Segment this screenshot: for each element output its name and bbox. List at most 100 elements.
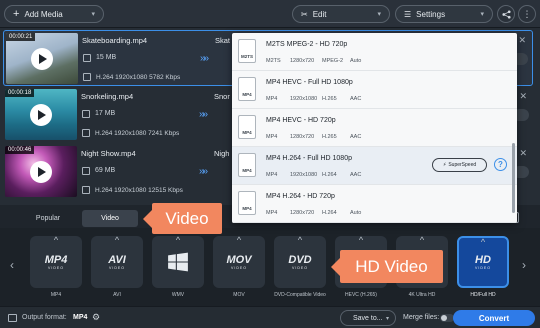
file-name: Skateboarding.mp4 bbox=[82, 36, 148, 45]
format-label: WMV bbox=[171, 292, 185, 298]
output-format-icon bbox=[8, 314, 17, 322]
preset-title: MP4 H.264 - Full HD 1080p bbox=[266, 155, 352, 162]
preset-item[interactable]: MP4 MP4 HEVC - HD 720p MP4 1280x720 H.26… bbox=[232, 109, 517, 147]
file-format-icon: MP4 bbox=[238, 153, 256, 177]
chevron-down-icon: ▾ bbox=[377, 11, 381, 18]
format-hd[interactable]: ^ HD VIDEO bbox=[457, 236, 509, 288]
add-media-label: Add Media bbox=[24, 9, 63, 19]
preset-item[interactable]: MP4 MP4 HEVC - Full HD 1080p MP4 1920x10… bbox=[232, 71, 517, 109]
edit-button[interactable]: ✂ Edit ▾ bbox=[292, 5, 390, 23]
merge-files-toggle[interactable] bbox=[440, 314, 454, 322]
format-wmv[interactable]: ^ bbox=[152, 235, 204, 288]
close-icon[interactable]: ✕ bbox=[518, 35, 526, 46]
tab-popular[interactable]: Popular bbox=[20, 210, 76, 227]
superspeed-badge[interactable]: ⚡ SuperSpeed bbox=[432, 158, 487, 172]
preset-audio: AAC bbox=[350, 96, 362, 102]
preset-audio: AAC bbox=[350, 172, 362, 178]
convert-arrow-icon: »» bbox=[199, 166, 208, 177]
output-file-name: Nigh bbox=[214, 149, 230, 158]
format-logo: MOV bbox=[226, 253, 252, 266]
tab-video[interactable]: Video bbox=[82, 210, 138, 227]
video-thumbnail[interactable]: 00:00:21 bbox=[6, 33, 78, 84]
close-icon[interactable]: ✕ bbox=[519, 148, 527, 159]
share-icon[interactable] bbox=[497, 5, 515, 23]
preset-item[interactable]: MP4 MP4 H.264 - HD 720p MP4 1280x720 H.2… bbox=[232, 185, 517, 223]
preset-audio: Auto bbox=[350, 58, 362, 64]
file-format-icon: M2TS bbox=[238, 39, 256, 63]
video-thumbnail[interactable]: 00:00:46 bbox=[5, 146, 77, 197]
play-icon[interactable] bbox=[30, 160, 52, 183]
video-thumbnail[interactable]: 00:00:18 bbox=[5, 89, 77, 140]
preset-item[interactable]: MP4 MP4 H.264 - Full HD 1080p MP4 1920x1… bbox=[232, 147, 517, 185]
file-name: Snorkeling.mp4 bbox=[81, 92, 134, 101]
close-icon[interactable]: ✕ bbox=[519, 91, 527, 102]
chevron-right-icon[interactable]: › bbox=[522, 258, 526, 272]
convert-button[interactable]: Convert bbox=[453, 310, 535, 326]
preset-item[interactable]: M2TS M2TS MPEG-2 - HD 720p M2TS 1280x720… bbox=[232, 33, 517, 71]
format-mov[interactable]: ^ MOV VIDEO bbox=[213, 235, 265, 288]
file-size: 17 MB bbox=[95, 110, 116, 117]
preset-codec: MPEG-2 bbox=[322, 58, 344, 64]
chevron-up-icon: ^ bbox=[297, 235, 303, 245]
chevron-down-icon: ▾ bbox=[91, 11, 95, 18]
chevron-up-icon: ^ bbox=[114, 235, 120, 245]
format-logo-sub: VIDEO bbox=[109, 265, 125, 270]
format-label: DVD-Compatible Video bbox=[274, 292, 326, 298]
chevron-up-icon: ^ bbox=[236, 235, 242, 245]
preset-resolution: 1920x1080 bbox=[290, 172, 318, 178]
convert-arrow-icon: »» bbox=[200, 53, 209, 64]
help-icon[interactable]: ? bbox=[494, 158, 507, 171]
superspeed-label: SuperSpeed bbox=[448, 162, 477, 168]
plus-icon: + bbox=[13, 7, 20, 20]
file-icon bbox=[82, 167, 90, 175]
play-icon[interactable] bbox=[31, 47, 53, 70]
format-logo: AVI bbox=[108, 253, 126, 266]
chevron-up-icon: ^ bbox=[175, 235, 181, 245]
chevron-up-icon: ^ bbox=[358, 235, 364, 245]
preset-codec: H.264 bbox=[322, 210, 337, 216]
format-logo-sub: VIDEO bbox=[231, 265, 247, 270]
chevron-down-icon: ▾ bbox=[480, 11, 484, 18]
format-label: HD/Full HD bbox=[470, 292, 496, 298]
chevron-left-icon[interactable]: ‹ bbox=[10, 258, 14, 272]
video-callout: Video bbox=[143, 203, 222, 234]
edit-label: Edit bbox=[312, 9, 327, 19]
file-icon bbox=[83, 54, 91, 62]
preset-container: MP4 bbox=[266, 96, 278, 102]
video-codec-icon bbox=[82, 186, 90, 194]
format-avi[interactable]: ^ AVI VIDEO bbox=[91, 235, 143, 288]
preset-resolution: 1920x1080 bbox=[290, 96, 318, 102]
file-icon bbox=[82, 110, 90, 118]
preset-codec: H.264 bbox=[322, 172, 337, 178]
format-logo-sub: VIDEO bbox=[475, 265, 491, 270]
file-info: H.264 1920x1080 5782 Kbps bbox=[96, 74, 181, 81]
play-icon[interactable] bbox=[30, 103, 52, 126]
settings-button[interactable]: ☰ Settings ▾ bbox=[395, 5, 493, 23]
more-options-icon[interactable]: ⋮ bbox=[518, 5, 536, 23]
format-label: MP4 bbox=[50, 292, 62, 298]
file-format-icon: MP4 bbox=[238, 191, 256, 215]
gear-icon[interactable]: ⚙ bbox=[92, 312, 100, 323]
preset-resolution: 1280x720 bbox=[290, 134, 315, 140]
output-format-label: Output format: bbox=[22, 314, 67, 321]
save-to-button[interactable]: Save to... ▾ bbox=[340, 310, 396, 326]
file-info: H.264 1920x1080 7241 Kbps bbox=[95, 130, 180, 137]
format-dvd[interactable]: ^ DVD VIDEO bbox=[274, 235, 326, 288]
preset-audio: AAC bbox=[350, 134, 362, 140]
output-format-value: MP4 bbox=[73, 314, 88, 321]
format-mp4[interactable]: ^ MP4 VIDEO bbox=[30, 235, 82, 288]
file-size: 15 MB bbox=[96, 54, 117, 61]
preset-title: MP4 HEVC - Full HD 1080p bbox=[266, 79, 353, 86]
duration-label: 00:00:46 bbox=[5, 146, 35, 154]
chevron-up-icon: ^ bbox=[419, 235, 425, 245]
lightning-icon: ⚡ bbox=[442, 162, 447, 168]
file-format-icon: MP4 bbox=[238, 115, 256, 139]
duration-label: 00:00:21 bbox=[6, 33, 36, 41]
dropdown-scrollbar[interactable] bbox=[512, 143, 515, 213]
video-codec-icon bbox=[82, 129, 90, 137]
preset-container: MP4 bbox=[266, 172, 278, 178]
preset-audio: Auto bbox=[350, 210, 362, 216]
scissors-icon: ✂ bbox=[301, 9, 308, 19]
video-codec-icon bbox=[83, 73, 91, 81]
add-media-button[interactable]: + Add Media ▾ bbox=[4, 5, 104, 23]
